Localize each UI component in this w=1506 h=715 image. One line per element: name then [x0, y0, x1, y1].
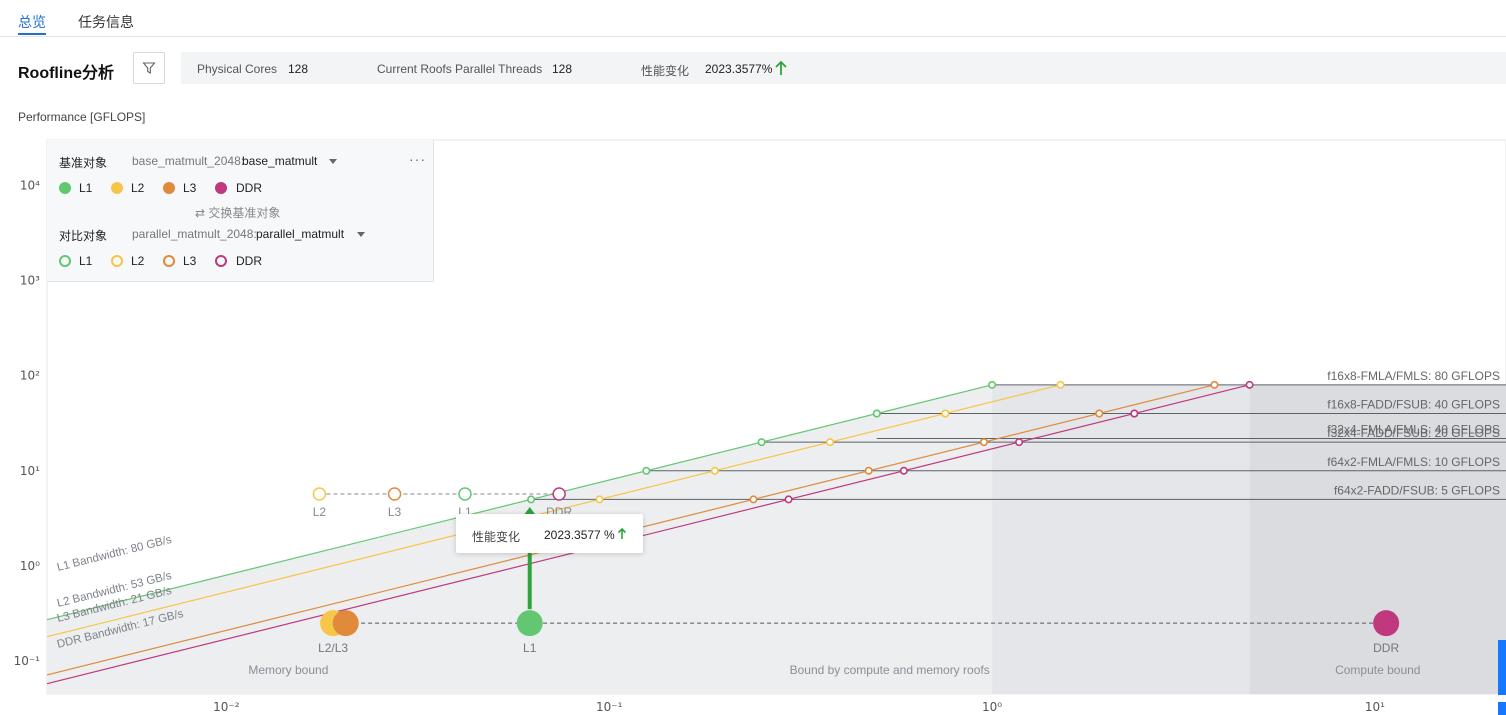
- compare-object-label: 对比对象: [59, 229, 108, 243]
- scrollbar-handle[interactable]: [1498, 702, 1506, 715]
- swap-icon: ⇄: [195, 206, 206, 220]
- region-label: Memory bound: [248, 663, 328, 677]
- legend-compare-l2-marker: [111, 255, 123, 267]
- legend-base-l3-marker: [163, 182, 175, 194]
- swap-base-button[interactable]: ⇄ 交换基准对象: [195, 204, 280, 221]
- legend-base-l1-marker: [59, 182, 71, 194]
- roof-intersection-l2: [595, 495, 604, 504]
- y-tick-label: 10⁴: [20, 178, 40, 192]
- x-tick-label: 10¹: [1365, 700, 1385, 714]
- legend-compare-ddr[interactable]: DDR: [236, 254, 262, 268]
- base-object-prefix: base_matmult_2048:: [132, 154, 245, 168]
- legend-base-l3[interactable]: L3: [183, 181, 196, 195]
- x-tick-label: 10⁻²: [213, 700, 240, 714]
- base-point-ddr: [1373, 610, 1400, 637]
- tooltip-value: 2023.3577 %: [544, 528, 615, 542]
- roof-label: f64x2-FADD/FSUB: 5 GFLOPS: [1334, 483, 1500, 497]
- roof-intersection-ddr: [784, 495, 793, 504]
- x-tick-label: 10⁻¹: [596, 700, 623, 714]
- base-object-select[interactable]: base_matmult: [242, 154, 317, 168]
- legend-base-l1[interactable]: L1: [79, 181, 92, 195]
- roof-intersection-l2: [710, 466, 719, 475]
- roof-intersection-l1: [642, 466, 651, 475]
- base-point-label: L2/L3: [318, 641, 348, 655]
- roof-label: f16x8-FMLA/FMLS: 80 GFLOPS: [1327, 369, 1500, 383]
- caret-down-icon[interactable]: [329, 159, 337, 164]
- roof-intersection-ddr: [1245, 380, 1254, 389]
- compare-point-ddr: [552, 487, 566, 501]
- roof-intersection-l2: [1056, 380, 1065, 389]
- roof-intersection-l1: [757, 438, 766, 447]
- roof-label: f16x8-FADD/FSUB: 40 GFLOPS: [1327, 397, 1500, 411]
- compare-point-l2: [312, 487, 327, 501]
- perf-change-tooltip: 性能变化 2023.3577 %: [456, 514, 643, 553]
- scrollbar-thumb[interactable]: [1498, 640, 1506, 695]
- roof-intersection-l3: [749, 495, 758, 504]
- caret-down-icon[interactable]: [357, 232, 365, 237]
- compare-point-label: L2: [313, 505, 327, 519]
- base-point-l3: [332, 610, 359, 637]
- arrow-up-icon: [617, 527, 627, 539]
- y-tick-label: 10⁻¹: [14, 654, 41, 668]
- roof-label: f64x2-FMLA/FMLS: 10 GFLOPS: [1327, 455, 1500, 469]
- compare-point-label: L3: [388, 505, 402, 519]
- roof-intersection-l1: [988, 380, 997, 389]
- compare-point-l1: [458, 487, 472, 501]
- more-horizontal-icon[interactable]: ···: [409, 151, 426, 167]
- region-label: Bound by compute and memory roofs: [790, 663, 990, 677]
- roof-intersection-ddr: [1130, 409, 1139, 418]
- y-tick-label: 10³: [20, 274, 40, 288]
- legend-compare-l2[interactable]: L2: [131, 254, 144, 268]
- y-tick-label: 10²: [20, 369, 40, 383]
- roof-intersection-l3: [1210, 380, 1219, 389]
- legend-base-l2-marker: [111, 182, 123, 194]
- tooltip-label: 性能变化: [472, 530, 521, 544]
- roof-intersection-l3: [979, 438, 988, 447]
- region-label: Compute bound: [1335, 663, 1420, 677]
- base-object-label: 基准对象: [59, 156, 108, 170]
- roof-intersection-l3: [1095, 409, 1104, 418]
- legend-base-ddr[interactable]: DDR: [236, 181, 262, 195]
- legend-compare-l3-marker: [163, 255, 175, 267]
- legend-base-ddr-marker: [215, 182, 227, 194]
- legend-compare-ddr-marker: [215, 255, 227, 267]
- roof-intersection-l3: [864, 466, 873, 475]
- roof-intersection-l1: [872, 409, 881, 418]
- x-tick-label: 10⁰: [982, 700, 1002, 714]
- roof-intersection-ddr: [899, 466, 908, 475]
- legend-compare-l1[interactable]: L1: [79, 254, 92, 268]
- y-tick-label: 10¹: [20, 464, 40, 478]
- compare-object-prefix: parallel_matmult_2048:: [132, 227, 257, 241]
- roof-intersection-l2: [941, 409, 950, 418]
- legend-panel: 基准对象 base_matmult_2048: base_matmult ···…: [47, 140, 434, 282]
- y-tick-label: 10⁰: [20, 559, 40, 573]
- roof-intersection-ddr: [1015, 438, 1024, 447]
- roofline-chart: Memory bound Bound by compute and memory …: [14, 139, 1506, 714]
- roof-intersection-l1: [527, 495, 536, 504]
- base-point-label: L1: [523, 641, 537, 655]
- legend-compare-l1-marker: [59, 255, 71, 267]
- legend-base-l2[interactable]: L2: [131, 181, 144, 195]
- swap-label: 交换基准对象: [208, 206, 281, 220]
- base-point-l1: [516, 610, 543, 637]
- legend-compare-l3[interactable]: L3: [183, 254, 196, 268]
- compare-point-l3: [387, 487, 402, 501]
- compare-object-select[interactable]: parallel_matmult: [256, 227, 344, 241]
- roof-label: f32x4-FADD/FSUB: 20 GFLOPS: [1327, 426, 1500, 440]
- roof-intersection-l2: [826, 438, 835, 447]
- base-point-label: DDR: [1373, 641, 1399, 655]
